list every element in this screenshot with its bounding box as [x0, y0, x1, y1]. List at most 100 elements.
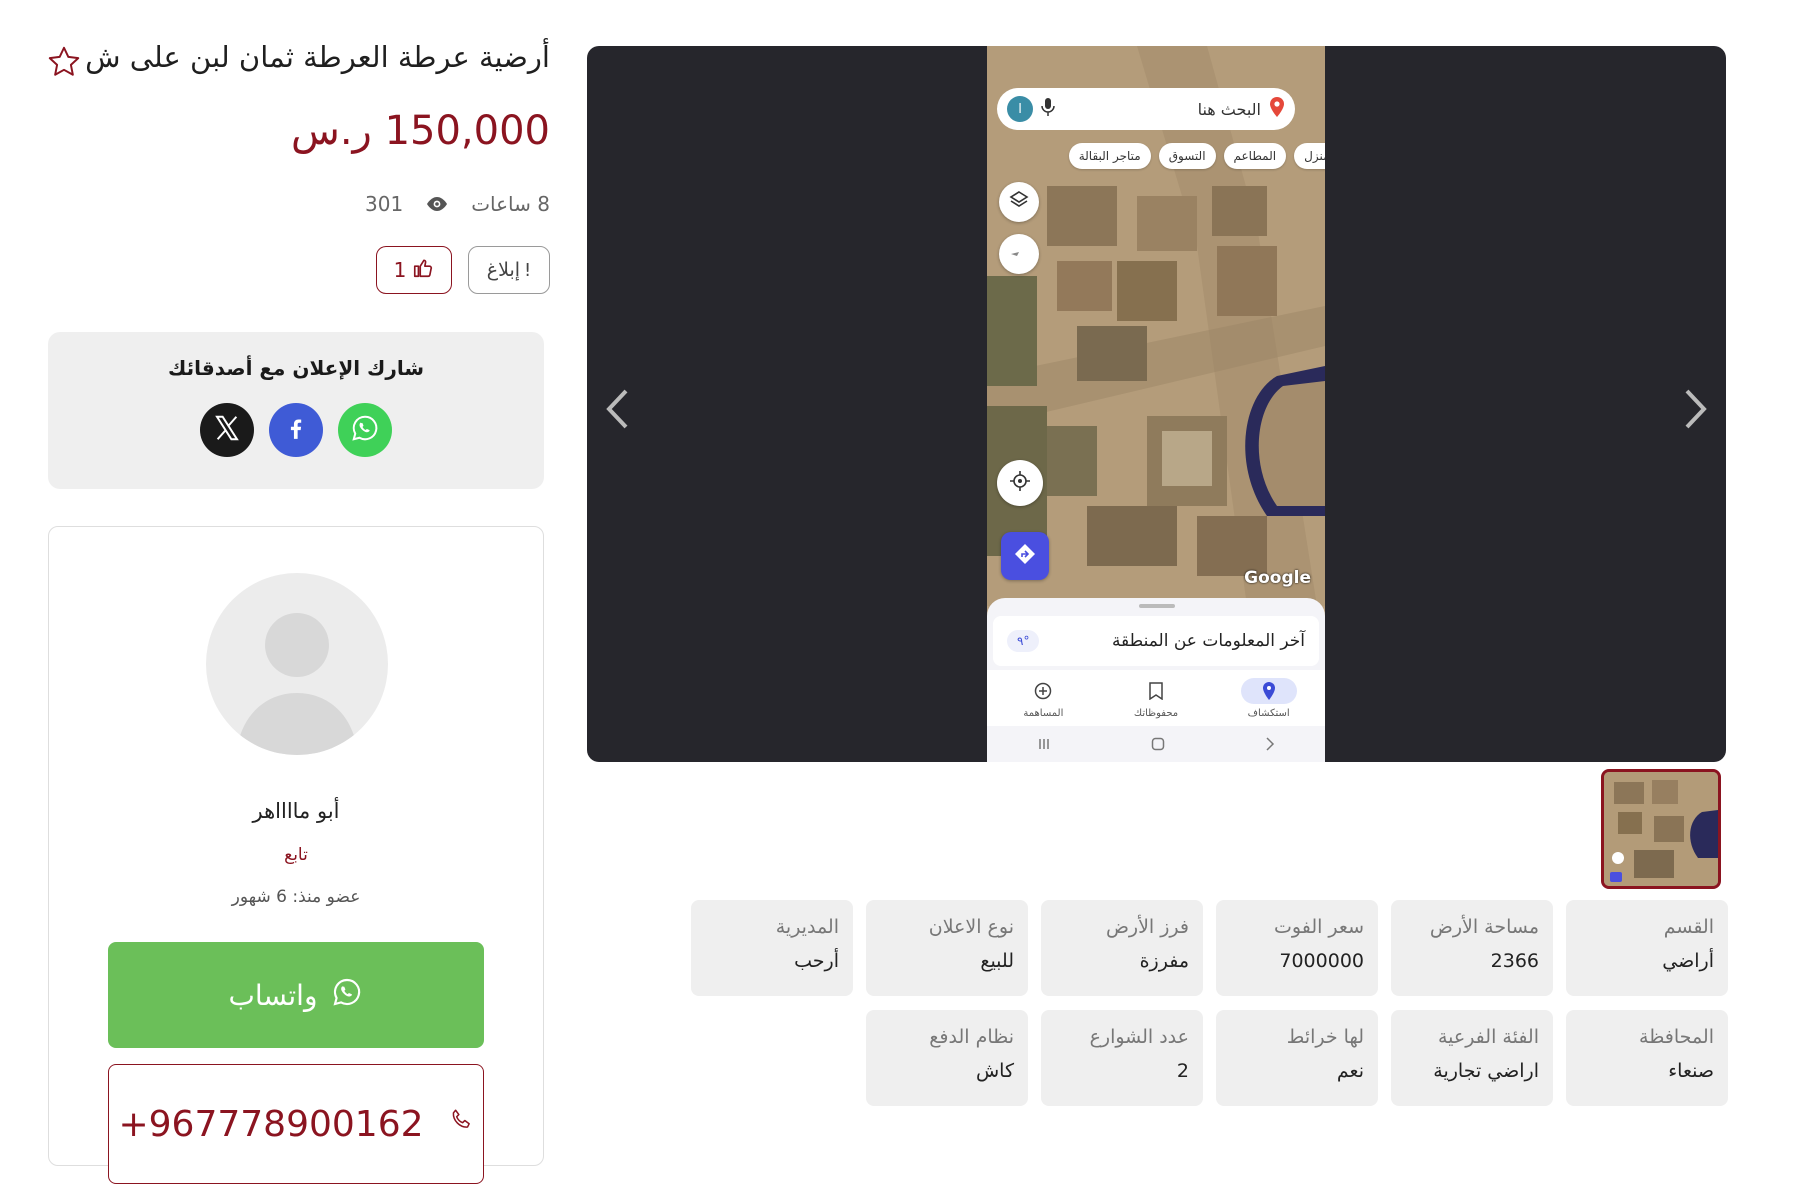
share-panel: شارك الإعلان مع أصدقائك — [48, 332, 544, 489]
report-button[interactable]: ! إبلاغ — [468, 246, 550, 294]
area-info-card[interactable]: آخر المعلومات عن المنطقة ٩° — [993, 616, 1319, 666]
posted-time: 8 ساعات — [471, 192, 550, 216]
detail-value: 2366 — [1490, 950, 1539, 972]
detail-price-per-foot: سعر الفوت 7000000 — [1216, 900, 1378, 996]
back-chevron-icon — [1265, 736, 1275, 755]
detail-value: نعم — [1336, 1060, 1364, 1082]
detail-label: الفئة الفرعية — [1437, 1026, 1539, 1048]
gallery-next-button[interactable] — [1676, 381, 1716, 441]
share-title: شارك الإعلان مع أصدقائك — [167, 356, 425, 380]
listing-actions: ! إبلاغ 1 — [50, 246, 550, 294]
microphone-icon — [1041, 97, 1055, 121]
map-category-chips: المنزل المطاعم التسوق متاجر البقالة — [987, 143, 1325, 169]
map-bottom-sheet: آخر المعلومات عن المنطقة ٩° استكشاف محفو… — [987, 598, 1325, 762]
chip-restaurants[interactable]: المطاعم — [1223, 143, 1287, 169]
detail-payment-method: نظام الدفع كاش — [866, 1010, 1028, 1106]
detail-street-count: عدد الشوارع 2 — [1041, 1010, 1203, 1106]
detail-land-survey: فرز الأرض مفرزة — [1041, 900, 1203, 996]
crosshair-icon — [1009, 470, 1031, 496]
detail-label: المحافظة — [1639, 1026, 1714, 1048]
detail-value: كاش — [975, 1060, 1014, 1082]
facebook-share-button[interactable] — [269, 403, 323, 457]
thumbs-up-icon — [412, 257, 434, 284]
whatsapp-contact-button[interactable]: واتساب — [108, 942, 484, 1048]
view-count: 301 — [365, 192, 404, 216]
seller-avatar — [206, 573, 388, 755]
alert-icon: ! — [524, 259, 532, 281]
add-circle-icon — [1015, 678, 1071, 704]
detail-subcategory: الفئة الفرعية اراضي تجارية — [1391, 1010, 1553, 1106]
follow-link[interactable]: تابع — [49, 845, 543, 865]
detail-label: عدد الشوارع — [1089, 1026, 1189, 1048]
whatsapp-share-button[interactable] — [338, 403, 392, 457]
map-search-bar[interactable]: البحث هنا ا — [997, 88, 1295, 130]
gallery-thumbnail[interactable] — [1601, 769, 1721, 889]
my-location-button[interactable] — [997, 460, 1043, 506]
detail-ad-type: نوع الاعلان للبيع — [866, 900, 1028, 996]
map-pin-icon — [1269, 97, 1285, 121]
detail-value: صنعاء — [1668, 1060, 1714, 1082]
listing-meta: 8 ساعات 301 — [50, 192, 550, 216]
layers-icon — [1009, 190, 1029, 214]
layers-button[interactable] — [999, 182, 1039, 222]
directions-button[interactable] — [1001, 532, 1049, 580]
x-share-button[interactable] — [200, 403, 254, 457]
like-count: 1 — [393, 258, 407, 282]
detail-label: مساحة الأرض — [1429, 916, 1539, 938]
recents-icon — [1037, 736, 1051, 755]
detail-label: المديرية — [775, 916, 839, 938]
satellite-map-image — [987, 46, 1325, 606]
nav-contribute[interactable]: المساهمة — [1015, 678, 1071, 719]
report-label: إبلاغ — [486, 259, 521, 281]
detail-value: للبيع — [980, 950, 1014, 972]
explore-pin-icon — [1240, 677, 1297, 704]
nav-saved[interactable]: محفوظاتك — [1128, 678, 1184, 719]
detail-land-area: مساحة الأرض 2366 — [1391, 900, 1553, 996]
x-logo-icon — [212, 413, 242, 447]
detail-value: أراضي — [1662, 950, 1714, 972]
eye-icon — [425, 196, 449, 212]
phone-call-button[interactable]: +967778900162 — [108, 1064, 484, 1184]
nav-saved-label: محفوظاتك — [1133, 707, 1179, 719]
share-icons — [48, 403, 544, 457]
seller-card: أبو مااااهر تابع عضو منذ: 6 شهور واتساب … — [48, 526, 544, 1184]
compass-button[interactable] — [999, 234, 1039, 274]
home-square-icon — [1151, 736, 1165, 755]
member-since: عضو منذ: 6 شهور — [231, 887, 361, 907]
user-avatar: ا — [1007, 96, 1033, 122]
phone-icon — [448, 1104, 474, 1145]
chevron-left-icon — [604, 387, 630, 435]
detail-label: القسم — [1663, 916, 1714, 938]
chip-home[interactable]: المنزل — [1294, 143, 1325, 169]
detail-value: اراضي تجارية — [1433, 1060, 1539, 1082]
favorite-star-icon[interactable] — [46, 44, 82, 80]
gallery-main-image: البحث هنا ا المنزل المطاعم التسوق متاجر … — [987, 46, 1325, 762]
detail-label: فرز الأرض — [1105, 916, 1189, 938]
detail-value: أرحب — [794, 950, 839, 972]
facebook-icon — [283, 415, 309, 445]
detail-label: نوع الاعلان — [928, 916, 1014, 938]
chip-shopping[interactable]: التسوق — [1158, 143, 1216, 169]
detail-label: سعر الفوت — [1274, 916, 1364, 938]
phone-status-bar — [987, 54, 1325, 72]
map-search-placeholder: البحث هنا — [1197, 99, 1261, 119]
whatsapp-icon — [331, 976, 363, 1015]
directions-icon — [1014, 543, 1036, 569]
bookmark-icon — [1128, 678, 1184, 704]
seller-name: أبو مااااهر — [252, 799, 340, 823]
chip-grocery[interactable]: متاجر البقالة — [1068, 143, 1151, 169]
phone-number: +967778900162 — [118, 1103, 424, 1145]
sheet-handle[interactable] — [1139, 604, 1175, 608]
nav-contribute-label: المساهمة — [1023, 707, 1064, 719]
nav-explore[interactable]: استكشاف — [1240, 677, 1297, 719]
detail-label: نظام الدفع — [929, 1026, 1014, 1048]
detail-governorate: المحافظة صنعاء — [1566, 1010, 1728, 1106]
nav-explore-label: استكشاف — [1247, 707, 1290, 719]
whatsapp-icon — [350, 413, 380, 447]
detail-district: المديرية أرحب — [691, 900, 853, 996]
gallery-prev-button[interactable] — [597, 381, 637, 441]
whatsapp-label: واتساب — [228, 978, 318, 1012]
like-button[interactable]: 1 — [376, 246, 452, 294]
detail-value: 2 — [1176, 1060, 1189, 1082]
compass-icon — [1009, 242, 1029, 266]
